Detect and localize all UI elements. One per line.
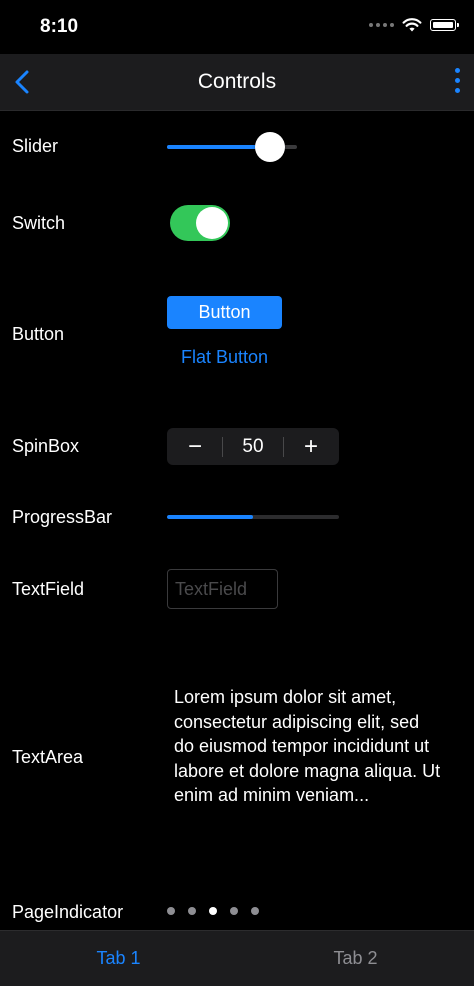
page-indicator-dot[interactable]	[209, 907, 217, 915]
status-time: 8:10	[40, 16, 79, 37]
tab-2[interactable]: Tab 2	[237, 931, 474, 986]
wifi-icon	[402, 18, 422, 32]
decrement-button[interactable]: −	[167, 428, 223, 465]
navigation-bar: Controls	[0, 54, 474, 111]
textfield-label: TextField	[12, 579, 85, 599]
cellular-signal-icon	[369, 22, 394, 27]
flat-button[interactable]: Flat Button	[167, 342, 282, 372]
spinbox-label: SpinBox	[12, 436, 80, 456]
pageindicator-label: PageIndicator	[12, 902, 124, 922]
page-indicator-dot[interactable]	[251, 907, 259, 915]
toggle-switch[interactable]	[170, 205, 230, 241]
progressbar-label: ProgressBar	[12, 507, 113, 527]
textarea-label: TextArea	[12, 747, 84, 767]
increment-button[interactable]: +	[283, 428, 339, 465]
tab-1[interactable]: Tab 1	[0, 931, 237, 986]
page-indicator-dot[interactable]	[188, 907, 196, 915]
page-indicator-dot[interactable]	[167, 907, 175, 915]
status-bar: 8:10	[0, 0, 474, 54]
progress-bar	[167, 515, 339, 519]
more-vertical-icon[interactable]	[455, 68, 460, 93]
button-label: Button	[12, 324, 65, 344]
text-area[interactable]: Lorem ipsum dolor sit amet, consectetur …	[174, 685, 444, 808]
page-title: Controls	[197, 70, 277, 93]
text-field[interactable]	[167, 569, 278, 609]
slider-label: Slider	[12, 136, 59, 156]
switch-knob	[196, 207, 228, 239]
progress-fill	[167, 515, 253, 519]
spinbox-value[interactable]: 50	[223, 428, 283, 465]
slider-thumb[interactable]	[255, 132, 285, 162]
spinbox: − 50 +	[167, 428, 339, 465]
tab-bar: Tab 1 Tab 2	[0, 930, 474, 986]
primary-button[interactable]: Button	[167, 296, 282, 329]
battery-icon	[430, 18, 459, 31]
page-indicator[interactable]	[167, 907, 259, 915]
status-icons	[369, 17, 459, 32]
switch-label: Switch	[12, 213, 66, 233]
slider[interactable]	[167, 132, 297, 162]
page-indicator-dot[interactable]	[230, 907, 238, 915]
